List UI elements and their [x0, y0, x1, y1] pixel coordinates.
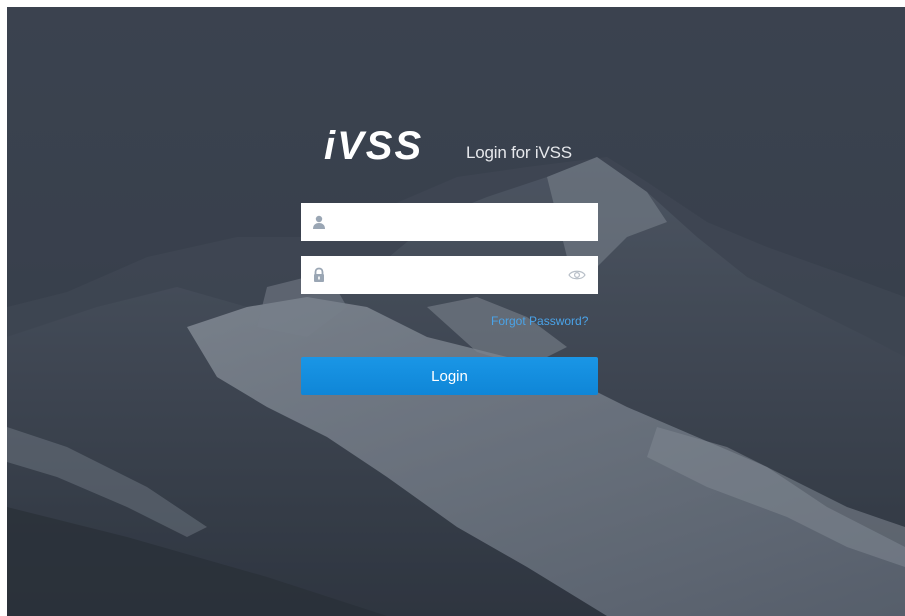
user-icon: [313, 215, 325, 229]
password-input[interactable]: [335, 256, 565, 294]
username-field[interactable]: [301, 203, 598, 241]
lock-icon: [314, 267, 324, 282]
password-field[interactable]: [301, 256, 598, 294]
login-title: Login for iVSS: [466, 143, 572, 162]
svg-text:iVSS: iVSS: [324, 125, 423, 165]
login-button[interactable]: Login: [301, 357, 598, 395]
forgot-password-link[interactable]: Forgot Password?: [491, 314, 588, 328]
ivss-logo: iVSS: [324, 125, 423, 165]
eye-icon[interactable]: [568, 268, 586, 282]
mountain-background-image: [7, 7, 905, 616]
brand-header: iVSS Login for iVSS: [320, 125, 572, 165]
username-input[interactable]: [335, 203, 565, 241]
login-screen: iVSS Login for iVSS Forgot Password? Log…: [7, 7, 905, 616]
